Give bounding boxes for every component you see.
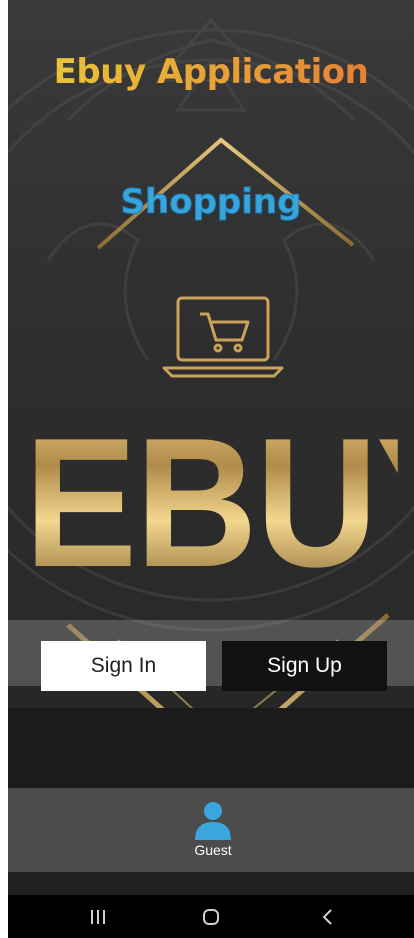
- back-button[interactable]: [298, 895, 358, 938]
- recent-apps-icon: [91, 909, 105, 924]
- home-circle-icon: [203, 908, 219, 925]
- app-title: Ebuy Application: [8, 52, 414, 92]
- shopping-cart-laptop-icon: [162, 296, 284, 378]
- sign-up-button[interactable]: Sign Up: [222, 641, 387, 691]
- user-icon: [195, 802, 231, 840]
- bottom-nav-item-guest[interactable]: Guest: [185, 800, 241, 866]
- app-subtitle: Shopping: [120, 182, 302, 223]
- sign-in-button[interactable]: Sign In: [41, 641, 206, 691]
- back-chevron-icon: [322, 908, 332, 925]
- home-button[interactable]: [181, 895, 241, 938]
- recent-apps-button[interactable]: [68, 895, 128, 938]
- ebuy-brand-text: EBUY: [24, 410, 414, 594]
- app-screen: Ebuy Application Shopping EBUY Sign In S…: [8, 0, 414, 938]
- content-spacer: [8, 708, 414, 788]
- bottom-nav-label-guest: Guest: [194, 842, 232, 858]
